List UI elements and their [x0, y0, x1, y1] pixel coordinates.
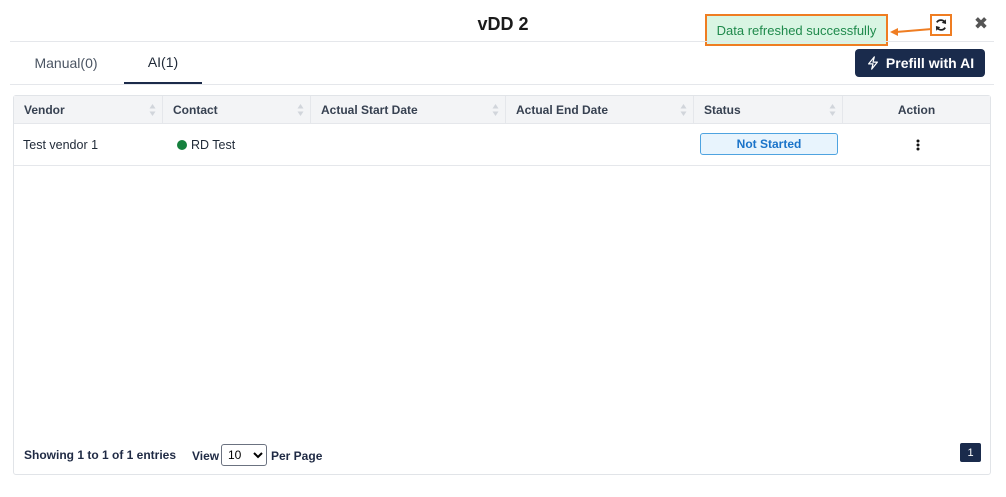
prefill-with-ai-button[interactable]: Prefill with AI: [855, 49, 985, 77]
sort-icon: [829, 104, 836, 116]
vendor-cell: Test vendor 1: [23, 138, 99, 152]
table-row: Test vendor 1 RD Test Not Started: [14, 125, 990, 166]
tab-label: AI(1): [147, 54, 179, 70]
page-button-1[interactable]: 1: [960, 443, 981, 462]
column-header-status[interactable]: Status: [694, 96, 843, 124]
refresh-button[interactable]: [930, 14, 952, 36]
table-header: Vendor Contact Actual Start Date Actual …: [14, 96, 990, 124]
lightning-icon: [867, 56, 878, 70]
tabs-bar: Manual(0) AI(1): [10, 41, 994, 85]
tab-manual[interactable]: Manual(0): [10, 42, 122, 84]
online-status-dot: [177, 140, 187, 150]
close-icon: ✖: [973, 14, 989, 33]
view-label: View: [192, 449, 220, 463]
prefill-label: Prefill with AI: [885, 55, 975, 71]
column-header-contact[interactable]: Contact: [163, 96, 311, 124]
kebab-menu-icon: [916, 139, 920, 151]
entries-info: Showing 1 to 1 of 1 entries: [24, 448, 177, 462]
row-actions-button[interactable]: [911, 135, 925, 155]
column-header-actual-end-date[interactable]: Actual End Date: [506, 96, 694, 124]
refresh-icon: [935, 19, 947, 31]
column-header-action: Action: [897, 103, 936, 117]
column-header-actual-start-date[interactable]: Actual Start Date: [311, 96, 506, 124]
sort-icon: [297, 104, 304, 116]
per-page-label: Per Page: [271, 449, 323, 463]
status-badge: Not Started: [700, 133, 838, 155]
tab-ai[interactable]: AI(1): [124, 42, 202, 84]
annotation-arrow-icon: [890, 28, 932, 36]
contact-cell: RD Test: [177, 125, 235, 165]
tab-label: Manual(0): [34, 55, 98, 71]
contact-name: RD Test: [191, 138, 236, 152]
vendor-table: Vendor Contact Actual Start Date Actual …: [13, 95, 991, 475]
close-button[interactable]: ✖: [972, 14, 990, 34]
column-header-vendor[interactable]: Vendor: [14, 96, 163, 124]
sort-icon: [149, 104, 156, 116]
sort-icon: [492, 104, 499, 116]
per-page-select[interactable]: 10: [221, 444, 267, 466]
sort-icon: [680, 104, 687, 116]
